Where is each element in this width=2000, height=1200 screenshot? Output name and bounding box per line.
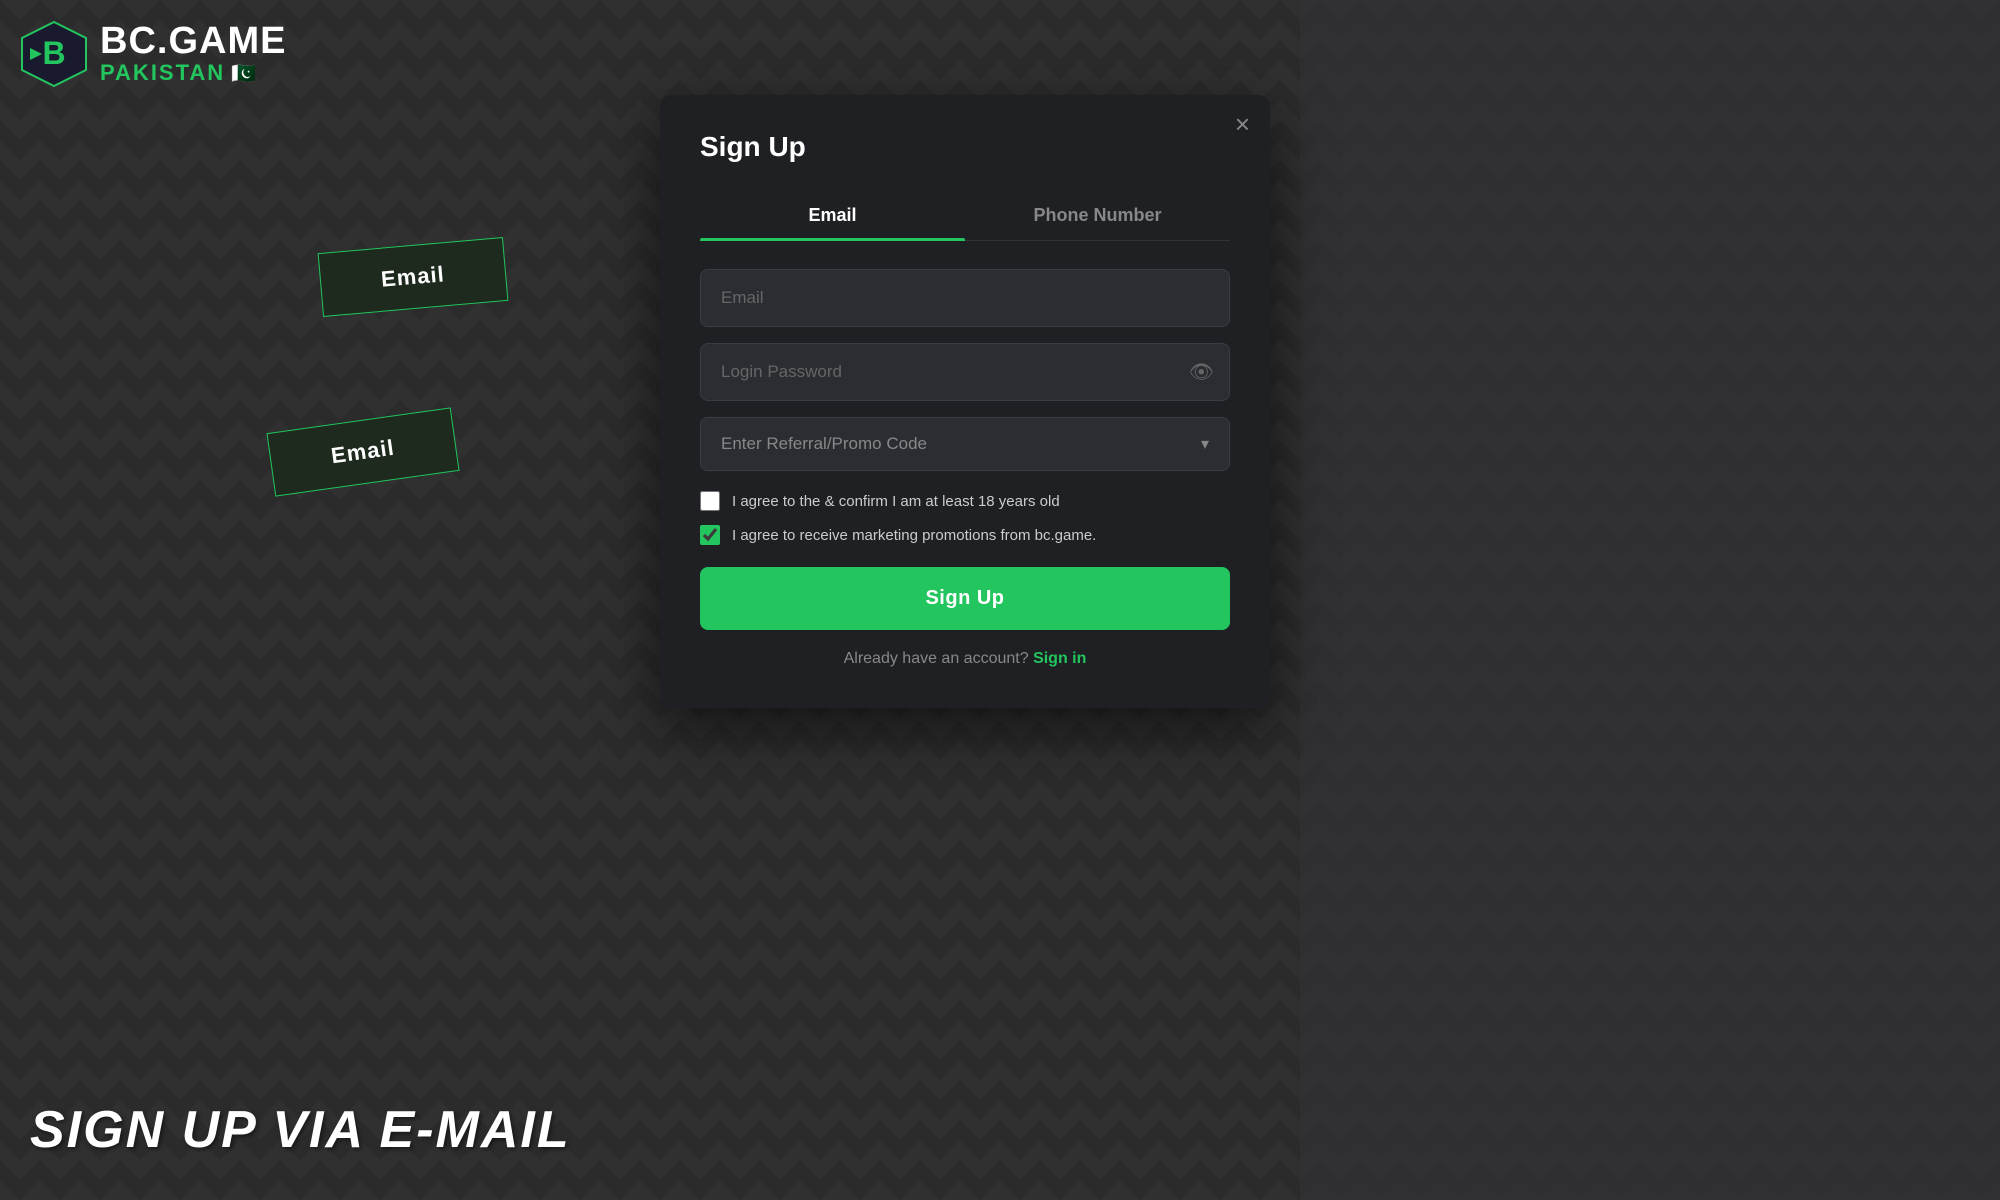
marketing-label: I agree to receive marketing promotions … [732,527,1096,544]
signin-link[interactable]: Sign in [1033,650,1086,667]
brand-name: BC.GAME [100,22,286,60]
promo-code-row[interactable]: Enter Referral/Promo Code ▾ [700,417,1230,471]
logo-area: B BC.GAME PAKISTAN 🇵🇰 [20,20,286,88]
signup-modal: × Sign Up Email Phone Number 👁 Enter Ref… [660,95,1270,708]
password-field-group: 👁 [700,343,1230,401]
password-input[interactable] [700,343,1230,401]
password-wrapper: 👁 [700,343,1230,401]
signin-row: Already have an account? Sign in [700,650,1230,668]
marketing-row: I agree to receive marketing promotions … [700,525,1230,545]
age-confirm-checkbox[interactable] [700,491,720,511]
age-confirm-label: I agree to the & confirm I am at least 1… [732,493,1060,510]
close-button[interactable]: × [1235,111,1250,137]
marketing-checkbox[interactable] [700,525,720,545]
tab-email[interactable]: Email [700,191,965,240]
password-visibility-toggle[interactable]: 👁 [1189,360,1214,385]
right-overlay [1300,0,2000,1200]
flag-icon: 🇵🇰 [231,61,258,86]
email-field-group [700,269,1230,327]
signup-button[interactable]: Sign Up [700,567,1230,630]
brand-subtitle: PAKISTAN 🇵🇰 [100,60,286,86]
signup-tabs: Email Phone Number [700,191,1230,241]
promo-chevron-icon: ▾ [1201,434,1209,454]
promo-label: Enter Referral/Promo Code [721,434,927,454]
modal-title: Sign Up [700,131,1230,163]
age-confirm-row: I agree to the & confirm I am at least 1… [700,491,1230,511]
bc-game-logo-icon: B [20,20,88,88]
tab-phone[interactable]: Phone Number [965,191,1230,240]
hero-text: SIGN UP VIA E-MAIL [30,1100,571,1160]
logo-text: BC.GAME PAKISTAN 🇵🇰 [100,22,286,86]
email-input[interactable] [700,269,1230,327]
svg-text:B: B [42,35,65,71]
signin-prompt: Already have an account? [844,650,1029,667]
